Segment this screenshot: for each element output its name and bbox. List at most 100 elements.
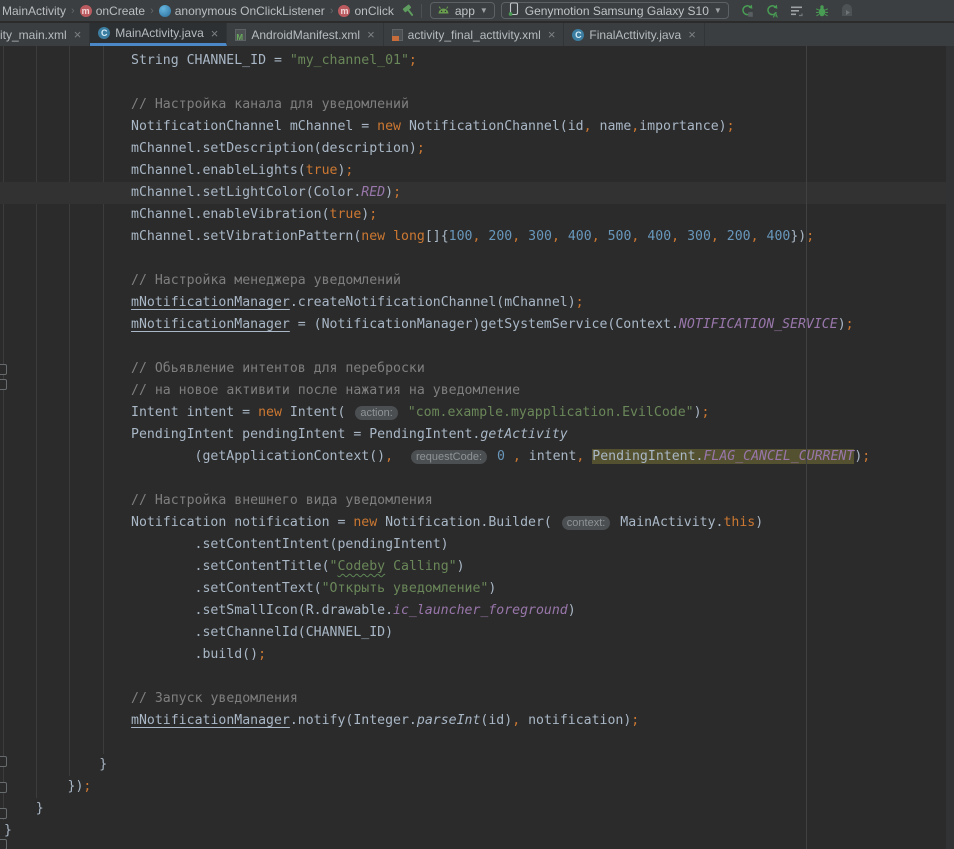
code-lines: String CHANNEL_ID = "my_channel_01"; // … [0, 46, 954, 842]
apply-code-changes-icon[interactable]: A [765, 4, 779, 18]
run-configurations-icon[interactable] [790, 4, 804, 18]
module-selector-label: app [455, 4, 475, 18]
breadcrumb-item-oncreate[interactable]: m onCreate [78, 4, 147, 18]
tab-label: AndroidManifest.xml [251, 28, 360, 42]
fold-marker-icon[interactable] [0, 756, 7, 767]
code-line[interactable]: mChannel.setVibrationPattern(new long[]{… [4, 226, 954, 248]
code-line[interactable]: .setSmallIcon(R.drawable.ic_launcher_for… [4, 600, 954, 622]
apply-changes-icon[interactable] [740, 4, 754, 18]
tab-label: activity_final_acttivity.xml [408, 28, 541, 42]
breadcrumb-label: onCreate [96, 4, 145, 18]
tab-label: FinalActtivity.java [589, 28, 681, 42]
close-icon[interactable]: × [546, 28, 556, 41]
code-line[interactable]: mChannel.setDescription(description); [4, 138, 954, 160]
breadcrumb-separator: › [327, 5, 337, 17]
right-margin-guide [806, 46, 807, 849]
java-class-icon: C [98, 27, 110, 39]
tab-ity-main-xml[interactable]: ity_main.xml × [0, 23, 90, 46]
tab-label: ity_main.xml [0, 28, 67, 42]
main-toolbar: MainActivity›monCreate›anonymous OnClick… [0, 0, 954, 22]
debug-icon[interactable] [815, 4, 829, 18]
fold-marker-icon[interactable] [0, 364, 7, 375]
code-line[interactable]: .setContentIntent(pendingIntent) [4, 534, 954, 556]
code-line[interactable] [4, 666, 954, 688]
module-selector[interactable]: app ▼ [430, 2, 495, 19]
code-line[interactable] [4, 336, 954, 358]
breadcrumb-separator: › [68, 5, 78, 17]
code-line[interactable] [4, 248, 954, 270]
manifest-file-icon [235, 29, 246, 41]
code-line[interactable]: // на новое активити после нажатия на ув… [4, 380, 954, 402]
close-icon[interactable]: × [365, 28, 375, 41]
method-icon: m [80, 5, 92, 17]
tab-label: MainActivity.java [115, 26, 203, 40]
code-line[interactable]: mNotificationManager = (NotificationMana… [4, 314, 954, 336]
code-line[interactable]: Notification notification = new Notifica… [4, 512, 954, 534]
layout-file-icon [392, 29, 403, 41]
class-anon-icon [159, 5, 171, 17]
hammer-icon[interactable] [402, 4, 416, 18]
breadcrumb-label: onClick [354, 4, 393, 18]
code-line[interactable] [4, 72, 954, 94]
code-line[interactable]: // Настройка канала для уведомлений [4, 94, 954, 116]
code-line[interactable]: // Настройка менеджера уведомлений [4, 270, 954, 292]
phone-icon [508, 2, 520, 19]
code-line[interactable]: mNotificationManager.notify(Integer.pars… [4, 710, 954, 732]
code-line[interactable]: } [4, 820, 954, 842]
fold-marker-icon[interactable] [0, 782, 7, 793]
code-line[interactable]: .setContentTitle("Codeby Calling") [4, 556, 954, 578]
fold-marker-icon[interactable] [0, 839, 7, 849]
code-line[interactable]: String CHANNEL_ID = "my_channel_01"; [4, 50, 954, 72]
tab-androidmanifest-xml[interactable]: AndroidManifest.xml × [227, 23, 383, 46]
code-line[interactable]: // Настройка внешнего вида уведомления [4, 490, 954, 512]
java-class-icon: C [572, 29, 584, 41]
breadcrumb-item-mainactivity[interactable]: MainActivity [0, 4, 68, 18]
device-selector[interactable]: Genymotion Samsung Galaxy S10 ▼ [501, 2, 729, 19]
code-line[interactable]: // Запуск уведомления [4, 688, 954, 710]
code-line[interactable]: Intent intent = new Intent( action: "com… [4, 402, 954, 424]
code-line[interactable] [4, 468, 954, 490]
code-line[interactable]: } [4, 754, 954, 776]
toolbar-separator [421, 4, 422, 18]
fold-marker-icon[interactable] [0, 808, 7, 819]
breadcrumb-label: anonymous OnClickListener [175, 4, 325, 18]
chevron-down-icon: ▼ [714, 6, 722, 15]
method-icon: m [338, 5, 350, 17]
breadcrumb-label: MainActivity [2, 4, 66, 18]
run-actions: A [740, 4, 854, 18]
close-icon[interactable]: × [686, 28, 696, 41]
code-line[interactable]: mChannel.setLightColor(Color.RED); [0, 182, 954, 204]
close-icon[interactable]: × [209, 27, 219, 40]
code-line[interactable]: mChannel.enableLights(true); [4, 160, 954, 182]
code-line[interactable]: .setChannelId(CHANNEL_ID) [4, 622, 954, 644]
fold-marker-icon[interactable] [0, 379, 7, 390]
tab-activity-final-acttivity-xml[interactable]: activity_final_acttivity.xml × [384, 23, 565, 46]
code-line[interactable]: }); [4, 776, 954, 798]
code-line[interactable]: // Обьявление интентов для переброски [4, 358, 954, 380]
breadcrumb-separator: › [147, 5, 157, 17]
editor-tabbar: ity_main.xml×CMainActivity.java×AndroidM… [0, 23, 954, 46]
code-line[interactable]: mChannel.enableVibration(true); [4, 204, 954, 226]
code-line[interactable]: NotificationChannel mChannel = new Notif… [4, 116, 954, 138]
tab-mainactivity-java[interactable]: C MainActivity.java × [90, 23, 227, 46]
code-line[interactable]: .setContentText("Открыть уведомление") [4, 578, 954, 600]
breadcrumb-item-onclick[interactable]: m onClick [336, 4, 395, 18]
tab-finalacttivity-java[interactable]: C FinalActtivity.java × [564, 23, 704, 46]
device-selector-label: Genymotion Samsung Galaxy S10 [525, 4, 709, 18]
code-line[interactable]: } [4, 798, 954, 820]
code-line[interactable]: PendingIntent pendingIntent = PendingInt… [4, 424, 954, 446]
svg-text:A: A [772, 10, 778, 18]
chevron-down-icon: ▼ [480, 6, 488, 15]
code-line[interactable]: mNotificationManager.createNotificationC… [4, 292, 954, 314]
breadcrumb-item-anonymous-onclicklistener[interactable]: anonymous OnClickListener [157, 4, 327, 18]
close-icon[interactable]: × [72, 28, 82, 41]
code-editor[interactable]: String CHANNEL_ID = "my_channel_01"; // … [0, 46, 954, 849]
breadcrumb: MainActivity›monCreate›anonymous OnClick… [0, 0, 396, 22]
scrollbar[interactable] [946, 46, 954, 849]
ide-window: MainActivity›monCreate›anonymous OnClick… [0, 0, 954, 849]
code-line[interactable] [4, 732, 954, 754]
code-line[interactable]: (getApplicationContext(), requestCode: 0… [4, 446, 954, 468]
code-line[interactable]: .build(); [4, 644, 954, 666]
android-head-icon [437, 4, 450, 18]
profile-icon[interactable] [840, 4, 854, 18]
